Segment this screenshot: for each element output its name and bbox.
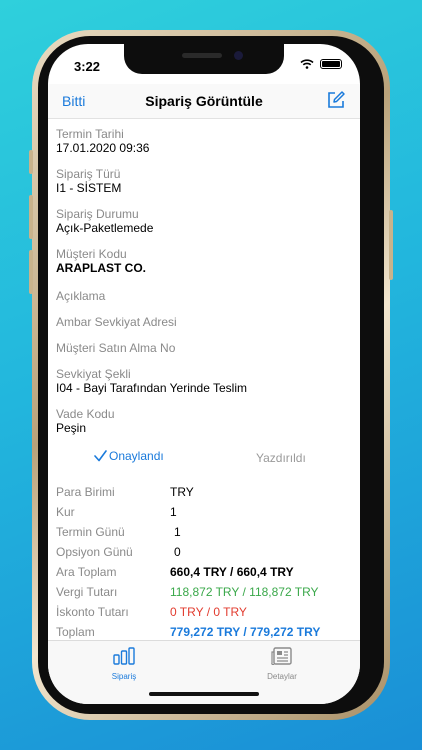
summary-row-toplam: Toplam 779,272 TRY / 779,272 TRY bbox=[56, 625, 356, 639]
approved-status: Onaylandı bbox=[94, 449, 164, 463]
summary-label: Opsiyon Günü bbox=[56, 545, 133, 559]
summary-value: 118,872 TRY / 118,872 TRY bbox=[170, 585, 319, 599]
field-value: Peşin bbox=[56, 421, 87, 435]
summary-label: Kur bbox=[56, 505, 75, 519]
summary-row-kur: Kur 1 bbox=[56, 505, 356, 521]
summary-value: 1 bbox=[170, 505, 177, 519]
field-label: Termin Tarihi bbox=[56, 127, 124, 141]
field-label: Sevkiyat Şekli bbox=[56, 367, 131, 381]
summary-value: 660,4 TRY / 660,4 TRY bbox=[170, 565, 294, 579]
summary-label: İskonto Tutarı bbox=[56, 605, 129, 619]
summary-label: Ara Toplam bbox=[56, 565, 117, 579]
page-title: Sipariş Görüntüle bbox=[145, 93, 263, 109]
tab-siparis[interactable]: Sipariş bbox=[84, 647, 164, 681]
summary-value: 0 TRY / 0 TRY bbox=[170, 605, 247, 619]
field-aciklama: Açıklama bbox=[56, 289, 105, 303]
power-button bbox=[389, 210, 393, 280]
tab-detaylar[interactable]: Detaylar bbox=[242, 647, 322, 681]
app-screen: 3:22 Bitti Sipariş Görüntüle Termin Tari… bbox=[48, 44, 360, 704]
summary-value: 0 bbox=[174, 545, 181, 559]
summary-value: TRY bbox=[170, 485, 194, 499]
tab-label: Detaylar bbox=[267, 672, 297, 681]
field-vade-kodu: Vade Kodu Peşin bbox=[56, 407, 115, 436]
field-label: Müşteri Kodu bbox=[56, 247, 127, 261]
volume-down-button bbox=[29, 250, 33, 294]
summary-row-ara-toplam: Ara Toplam 660,4 TRY / 660,4 TRY bbox=[56, 565, 356, 581]
field-siparis-durumu: Sipariş Durumu Açık-Paketlemede bbox=[56, 207, 153, 236]
field-musteri-kodu: Müşteri Kodu ARAPLAST CO. bbox=[56, 247, 146, 276]
notch bbox=[124, 44, 284, 74]
status-time: 3:22 bbox=[74, 59, 101, 74]
printed-status: Yazdırıldı bbox=[256, 451, 306, 465]
field-siparis-turu: Sipariş Türü I1 - SİSTEM bbox=[56, 167, 121, 196]
summary-row-vergi-tutari: Vergi Tutarı 118,872 TRY / 118,872 TRY bbox=[56, 585, 356, 601]
tab-label: Sipariş bbox=[111, 672, 137, 681]
volume-up-button bbox=[29, 195, 33, 239]
summary-value: 779,272 TRY / 779,272 TRY bbox=[170, 625, 321, 639]
field-musteri-satin-alma-no: Müşteri Satın Alma No bbox=[56, 341, 175, 355]
field-label: Açıklama bbox=[56, 289, 106, 303]
summary-value: 1 bbox=[174, 525, 181, 539]
side-button bbox=[29, 150, 33, 174]
summary-row-termin-gunu: Termin Günü 1 bbox=[56, 525, 356, 541]
home-indicator bbox=[149, 692, 259, 696]
checkmark-icon bbox=[94, 450, 107, 462]
field-label: Sipariş Durumu bbox=[56, 207, 139, 221]
summary-label: Para Birimi bbox=[56, 485, 115, 499]
front-camera bbox=[234, 51, 243, 60]
field-value: ARAPLAST CO. bbox=[56, 261, 146, 275]
field-value: Açık-Paketlemede bbox=[56, 221, 154, 235]
field-label: Ambar Sevkiyat Adresi bbox=[56, 315, 177, 329]
summary-row-opsiyon-gunu: Opsiyon Günü 0 bbox=[56, 545, 356, 561]
field-label: Sipariş Türü bbox=[56, 167, 121, 181]
field-sevkiyat-sekli: Sevkiyat Şekli I04 - Bayi Tarafından Yer… bbox=[56, 367, 247, 396]
document-icon bbox=[271, 647, 292, 666]
field-termin-tarihi: Termin Tarihi 17.01.2020 09:36 bbox=[56, 127, 149, 156]
compose-icon[interactable] bbox=[326, 90, 346, 110]
field-label: Müşteri Satın Alma No bbox=[56, 341, 176, 355]
summary-label: Termin Günü bbox=[56, 525, 125, 539]
field-value: I1 - SİSTEM bbox=[56, 181, 122, 195]
summary-row-para-birimi: Para Birimi TRY bbox=[56, 485, 356, 501]
summary-row-iskonto-tutari: İskonto Tutarı 0 TRY / 0 TRY bbox=[56, 605, 356, 621]
field-value: 17.01.2020 09:36 bbox=[56, 141, 150, 155]
navigation-bar: Bitti Sipariş Görüntüle bbox=[48, 84, 360, 119]
summary-label: Vergi Tutarı bbox=[56, 585, 118, 599]
summary-label: Toplam bbox=[56, 625, 95, 639]
order-detail-content: Termin Tarihi 17.01.2020 09:36 Sipariş T… bbox=[48, 119, 360, 639]
status-icons bbox=[300, 59, 342, 69]
battery-icon bbox=[320, 59, 342, 69]
approved-label: Onaylandı bbox=[109, 449, 164, 463]
field-ambar-sevkiyat-adresi: Ambar Sevkiyat Adresi bbox=[56, 315, 177, 329]
speaker bbox=[182, 53, 222, 58]
bar-chart-icon bbox=[113, 647, 135, 665]
field-value: I04 - Bayi Tarafından Yerinde Teslim bbox=[56, 381, 248, 395]
field-label: Vade Kodu bbox=[56, 407, 115, 421]
wifi-icon bbox=[300, 59, 314, 69]
